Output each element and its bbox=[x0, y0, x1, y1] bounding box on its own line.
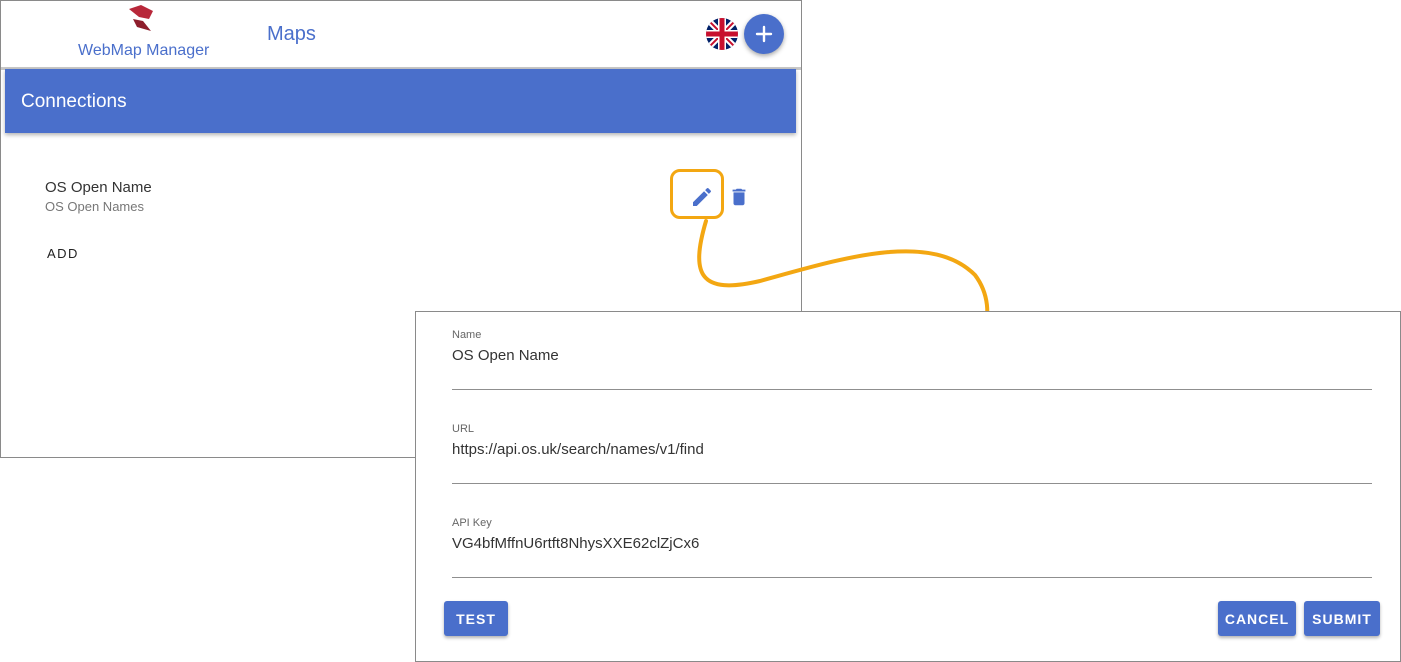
connection-subtitle: OS Open Names bbox=[45, 199, 144, 214]
add-map-button[interactable] bbox=[744, 14, 784, 54]
submit-button[interactable]: SUBMIT bbox=[1304, 601, 1380, 636]
connections-header: Connections bbox=[5, 69, 796, 133]
connection-item[interactable]: OS Open Name OS Open Names bbox=[45, 177, 765, 221]
trash-icon[interactable] bbox=[728, 185, 750, 209]
brand-name[interactable]: WebMap Manager bbox=[78, 42, 209, 60]
top-bar: WebMap Manager Maps bbox=[1, 1, 801, 70]
add-connection-button[interactable]: ADD bbox=[47, 246, 79, 261]
uk-flag-icon[interactable] bbox=[706, 18, 738, 50]
name-label: Name bbox=[452, 329, 482, 341]
api-key-field: API Key bbox=[452, 517, 1372, 578]
logo-icon bbox=[129, 5, 153, 31]
connection-name: OS Open Name bbox=[45, 179, 152, 196]
api-key-label: API Key bbox=[452, 517, 492, 529]
test-button[interactable]: TEST bbox=[444, 601, 508, 636]
nav-maps[interactable]: Maps bbox=[267, 23, 316, 46]
api-key-input[interactable] bbox=[452, 535, 1372, 552]
url-label: URL bbox=[452, 423, 475, 435]
section-title: Connections bbox=[21, 91, 127, 112]
edit-highlight bbox=[670, 169, 724, 219]
url-input[interactable] bbox=[452, 441, 1372, 458]
url-field: URL bbox=[452, 423, 1372, 484]
cancel-button[interactable]: CANCEL bbox=[1218, 601, 1296, 636]
name-input[interactable] bbox=[452, 347, 1372, 364]
name-field: Name bbox=[452, 329, 1372, 390]
plus-icon bbox=[755, 25, 773, 43]
edit-connection-dialog: Name URL API Key TEST CANCEL SUBMIT bbox=[415, 311, 1401, 662]
